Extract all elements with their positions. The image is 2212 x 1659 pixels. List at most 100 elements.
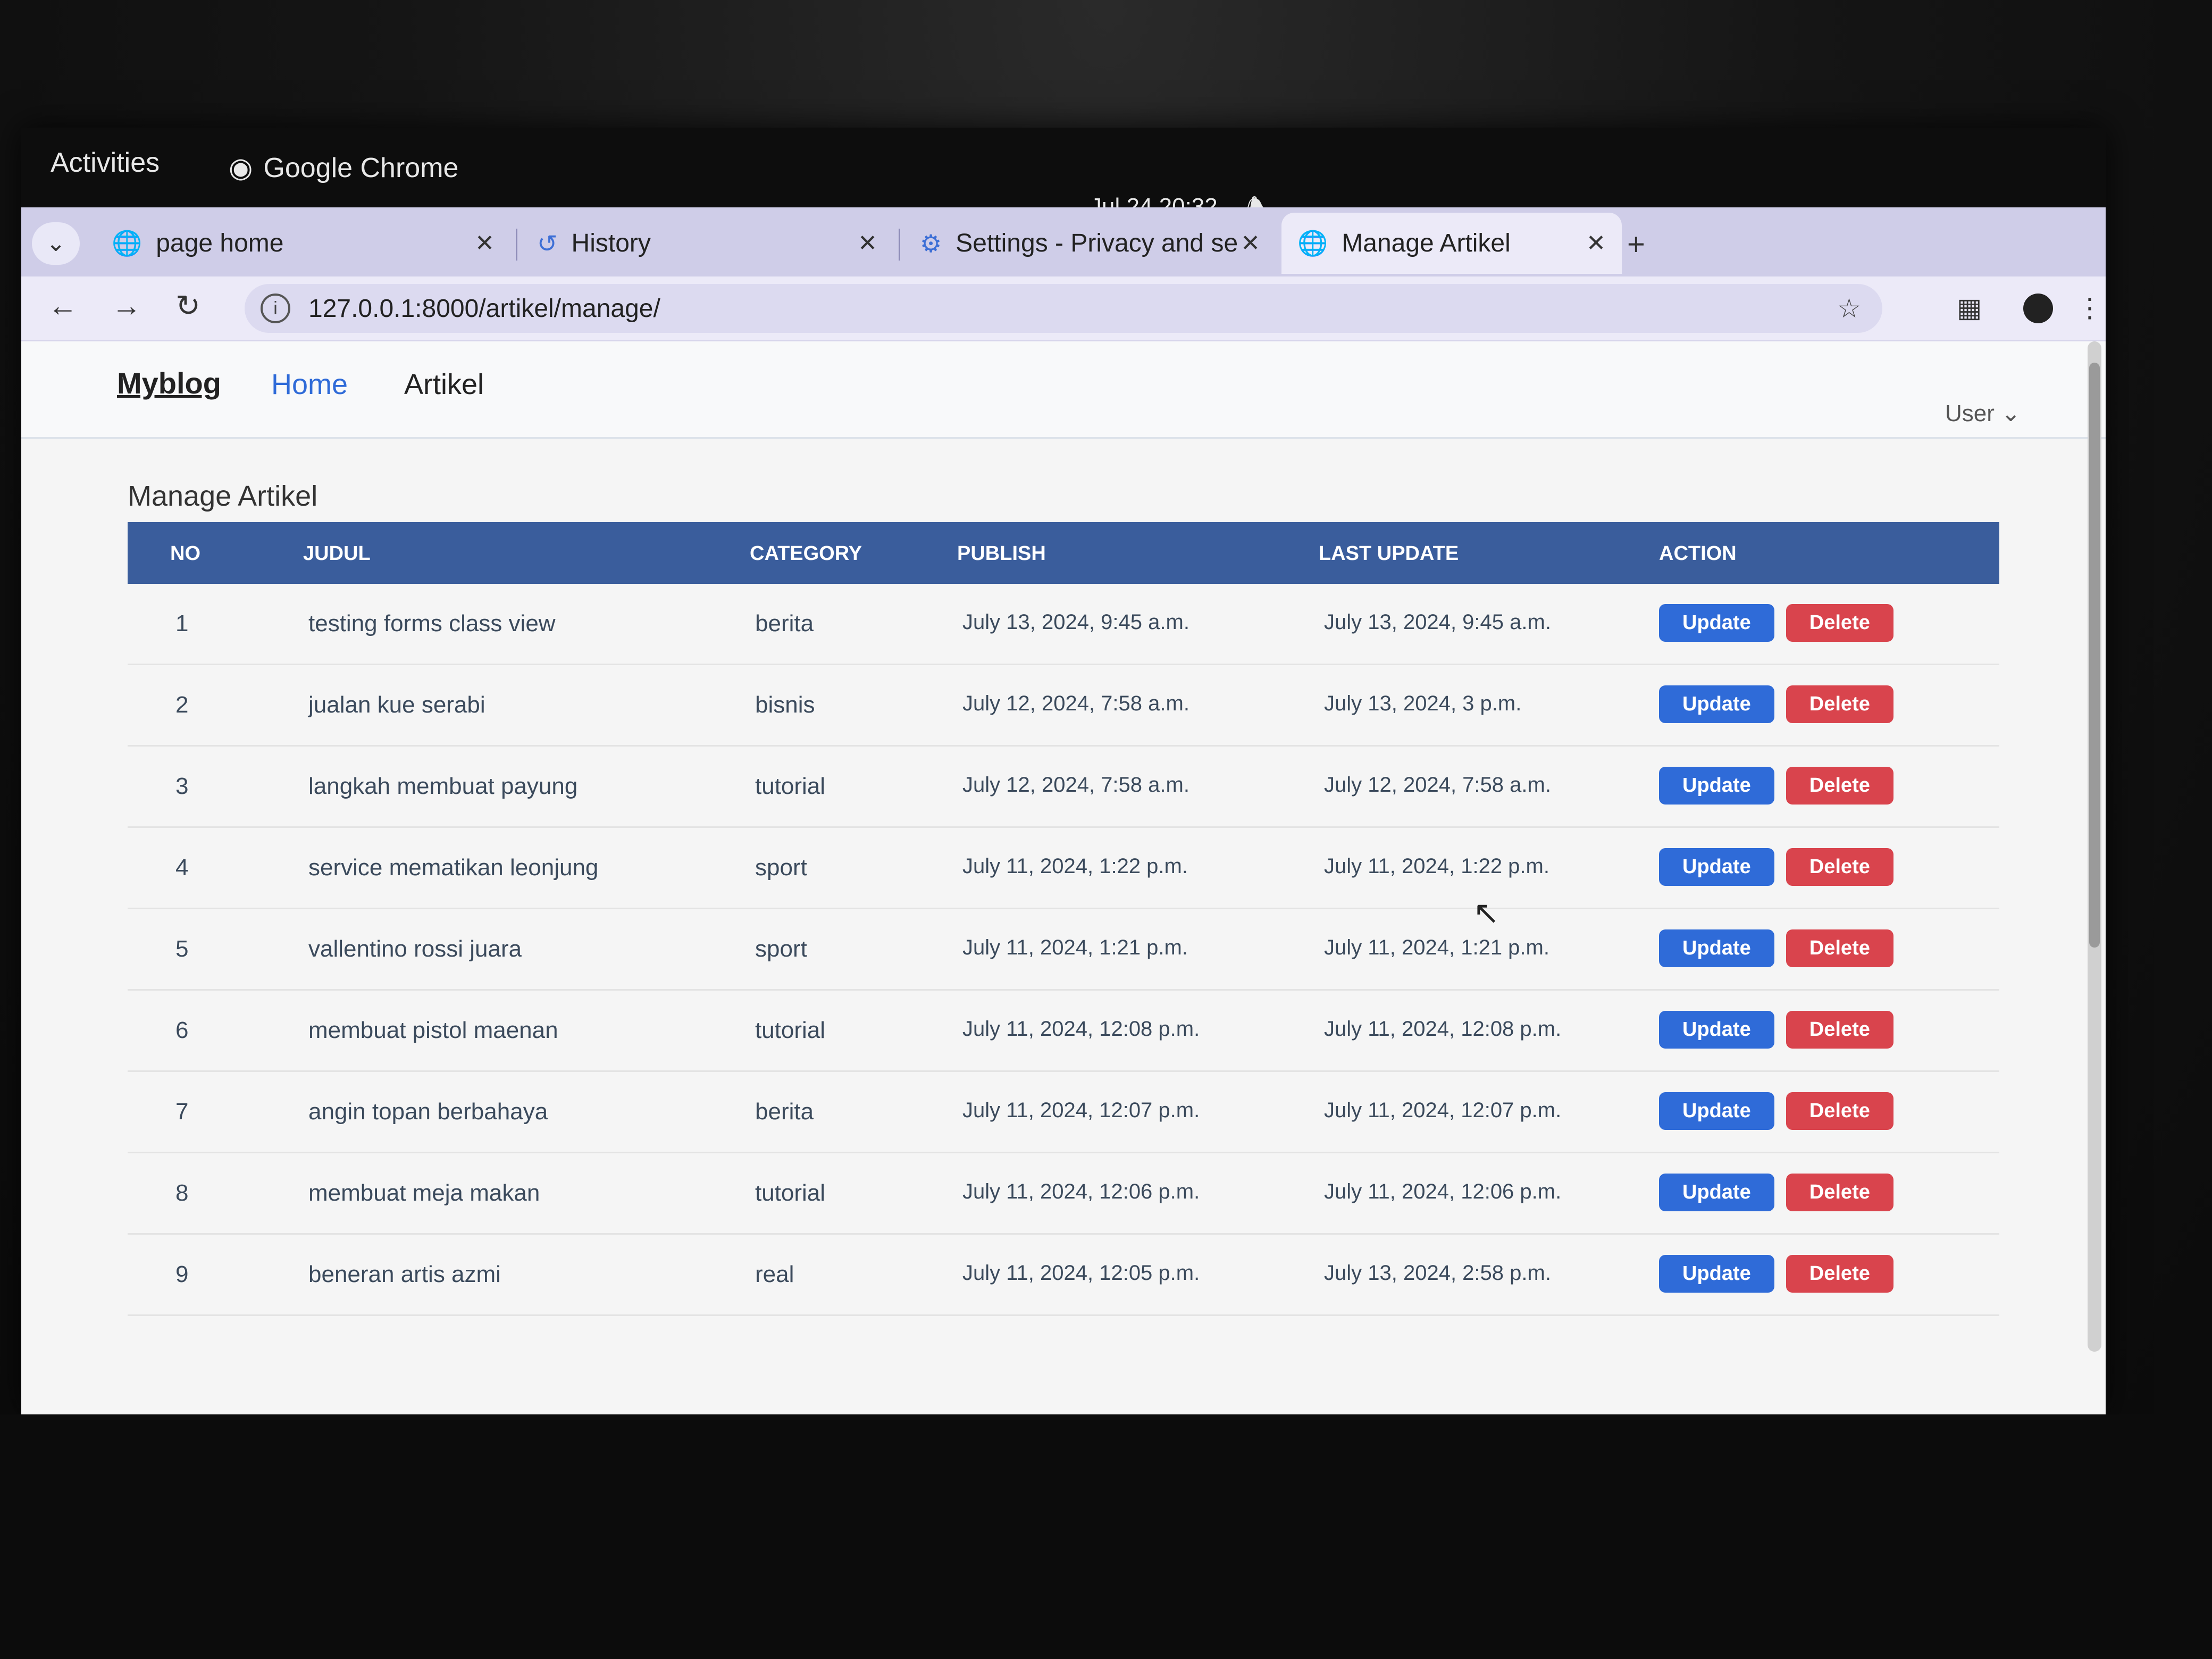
cell-category: bisnis — [755, 692, 815, 718]
monitor-screen: Activities ◉ Google Chrome Jul 24 20:32 … — [21, 128, 2106, 1414]
update-button[interactable]: Update — [1659, 767, 1774, 805]
table-header: NO JUDUL CATEGORY PUBLISH LAST UPDATE AC… — [128, 522, 1999, 584]
cell-judul: angin topan berbahaya — [308, 1099, 548, 1125]
cell-judul: testing forms class view — [308, 610, 556, 636]
tab-separator — [516, 229, 517, 261]
tab-label: Manage Artikel — [1342, 229, 1511, 257]
cell-no: 6 — [175, 1017, 189, 1043]
close-icon[interactable]: ✕ — [858, 230, 877, 257]
back-arrow-icon[interactable]: ← — [48, 288, 78, 323]
nav-link-artikel[interactable]: Artikel — [404, 368, 484, 401]
delete-button[interactable]: Delete — [1786, 848, 1893, 886]
scrollbar-thumb[interactable] — [2089, 363, 2100, 948]
delete-button[interactable]: Delete — [1786, 604, 1893, 642]
user-label: User — [1945, 400, 1995, 426]
update-button[interactable]: Update — [1659, 685, 1774, 723]
cell-action: Update Delete — [1659, 1255, 1893, 1293]
update-button[interactable]: Update — [1659, 1255, 1774, 1293]
tab-label: History — [571, 229, 651, 257]
cell-last-update: July 13, 2024, 3 p.m. — [1324, 692, 1522, 715]
delete-button[interactable]: Delete — [1786, 1255, 1893, 1293]
tab-manage-artikel[interactable]: 🌐 Manage Artikel ✕ — [1281, 213, 1622, 274]
close-icon[interactable]: ✕ — [475, 230, 495, 257]
cell-category: tutorial — [755, 1180, 826, 1206]
cell-no: 3 — [175, 773, 189, 799]
cell-no: 1 — [175, 610, 189, 636]
tab-label: Settings - Privacy and se — [956, 229, 1238, 257]
cell-last-update: July 11, 2024, 12:08 p.m. — [1324, 1017, 1562, 1041]
table-row: 1 testing forms class view berita July 1… — [128, 584, 1999, 665]
cell-category: sport — [755, 936, 807, 962]
brand-link[interactable]: Myblog — [117, 366, 221, 400]
chrome-icon: ◉ — [229, 153, 253, 183]
app-menu[interactable]: ◉ Google Chrome — [229, 152, 458, 184]
web-page: Myblog Home Artikel User ⌄ Manage Artike… — [21, 341, 2106, 1414]
cell-publish: July 11, 2024, 12:06 p.m. — [962, 1180, 1200, 1203]
update-button[interactable]: Update — [1659, 604, 1774, 642]
tab-search-button[interactable]: ⌄ — [32, 222, 80, 265]
cell-action: Update Delete — [1659, 767, 1893, 805]
cell-category: tutorial — [755, 1017, 826, 1043]
reload-icon[interactable]: ↻ — [175, 288, 200, 323]
kebab-menu-icon[interactable]: ⋮ — [2076, 292, 2103, 323]
tab-label: page home — [156, 229, 284, 257]
delete-button[interactable]: Delete — [1786, 929, 1893, 967]
update-button[interactable]: Update — [1659, 1174, 1774, 1211]
cell-action: Update Delete — [1659, 685, 1893, 723]
cell-judul: beneran artis azmi — [308, 1261, 501, 1287]
update-button[interactable]: Update — [1659, 929, 1774, 967]
delete-button[interactable]: Delete — [1786, 685, 1893, 723]
cell-last-update: July 11, 2024, 12:06 p.m. — [1324, 1180, 1562, 1203]
globe-icon: 🌐 — [112, 229, 143, 257]
delete-button[interactable]: Delete — [1786, 1174, 1893, 1211]
table-row: 4 service mematikan leonjung sport July … — [128, 828, 1999, 909]
cell-category: berita — [755, 610, 814, 636]
cell-publish: July 12, 2024, 7:58 a.m. — [962, 773, 1189, 797]
user-dropdown[interactable]: User ⌄ — [1945, 400, 2021, 427]
cell-category: tutorial — [755, 773, 826, 799]
cell-publish: July 12, 2024, 7:58 a.m. — [962, 692, 1189, 715]
cell-category: sport — [755, 854, 807, 881]
table-row: 6 membuat pistol maenan tutorial July 11… — [128, 991, 1999, 1072]
site-info-icon[interactable]: i — [261, 294, 290, 323]
table-row: 7 angin topan berbahaya berita July 11, … — [128, 1072, 1999, 1153]
nav-link-home[interactable]: Home — [271, 368, 348, 401]
omnibox[interactable]: i 127.0.0.1:8000/artikel/manage/ ☆ — [245, 284, 1882, 333]
column-header-judul: JUDUL — [303, 542, 371, 565]
close-icon[interactable]: ✕ — [1241, 230, 1260, 257]
column-header-no: NO — [170, 542, 200, 565]
extensions-icon[interactable]: ▦ — [1957, 292, 1982, 323]
cell-no: 5 — [175, 936, 189, 962]
cell-last-update: July 11, 2024, 1:22 p.m. — [1324, 854, 1549, 878]
new-tab-button[interactable]: + — [1627, 227, 1645, 262]
update-button[interactable]: Update — [1659, 848, 1774, 886]
delete-button[interactable]: Delete — [1786, 767, 1893, 805]
close-icon[interactable]: ✕ — [1586, 230, 1606, 257]
cell-publish: July 11, 2024, 12:08 p.m. — [962, 1017, 1200, 1041]
articles-table: NO JUDUL CATEGORY PUBLISH LAST UPDATE AC… — [128, 522, 1999, 1316]
cell-last-update: July 13, 2024, 9:45 a.m. — [1324, 610, 1551, 634]
page-scrollbar[interactable] — [2088, 341, 2101, 1352]
table-row: 2 jualan kue serabi bisnis July 12, 2024… — [128, 665, 1999, 747]
cell-action: Update Delete — [1659, 929, 1893, 967]
tab-page-home[interactable]: 🌐 page home ✕ — [96, 213, 510, 274]
table-row: 8 membuat meja makan tutorial July 11, 2… — [128, 1153, 1999, 1235]
tab-history[interactable]: ↺ History ✕ — [521, 213, 893, 274]
cell-action: Update Delete — [1659, 1011, 1893, 1049]
update-button[interactable]: Update — [1659, 1011, 1774, 1049]
activities-button[interactable]: Activities — [51, 147, 160, 179]
cell-judul: langkah membuat payung — [308, 773, 578, 799]
profile-avatar[interactable] — [2023, 294, 2053, 323]
cell-category: real — [755, 1261, 794, 1287]
table-row: 5 vallentino rossi juara sport July 11, … — [128, 909, 1999, 991]
chevron-down-icon: ⌄ — [46, 230, 66, 256]
update-button[interactable]: Update — [1659, 1092, 1774, 1130]
bookmark-star-icon[interactable]: ☆ — [1837, 293, 1861, 324]
tab-settings[interactable]: ⚙ Settings - Privacy and se ✕ — [904, 213, 1276, 274]
delete-button[interactable]: Delete — [1786, 1011, 1893, 1049]
table-row: 9 beneran artis azmi real July 11, 2024,… — [128, 1235, 1999, 1316]
forward-arrow-icon[interactable]: → — [112, 288, 141, 323]
delete-button[interactable]: Delete — [1786, 1092, 1893, 1130]
url-text[interactable]: 127.0.0.1:8000/artikel/manage/ — [308, 294, 660, 323]
history-icon: ↺ — [537, 229, 558, 257]
